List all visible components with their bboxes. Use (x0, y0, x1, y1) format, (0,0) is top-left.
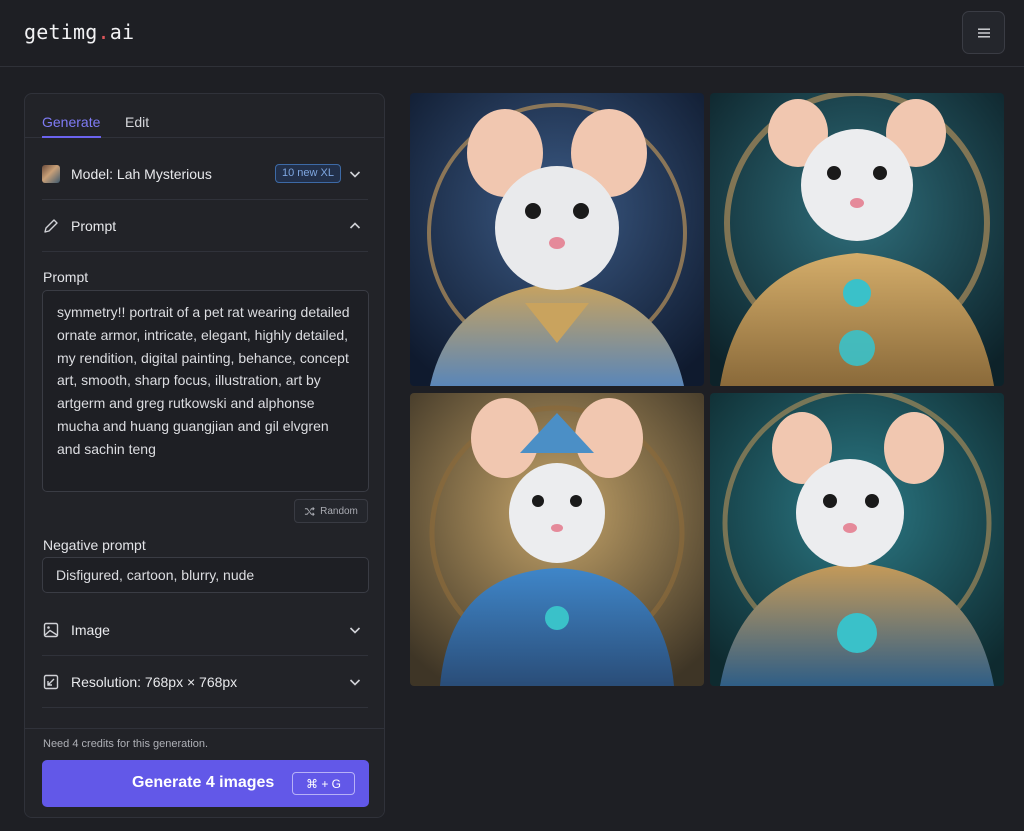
generation-panel: Generate Edit Model: Lah Mysterious 10 n… (24, 93, 385, 818)
generated-image-2[interactable] (710, 93, 1004, 386)
logo-dot: . (97, 20, 110, 44)
image-gallery (410, 93, 1005, 687)
credits-note: Need 4 credits for this generation. (43, 738, 209, 750)
menu-button[interactable] (962, 11, 1005, 54)
chevron-down-icon (349, 679, 361, 686)
hamburger-menu-icon (977, 28, 990, 37)
chevron-up-icon (349, 222, 361, 229)
tab-generate[interactable]: Generate (42, 114, 100, 130)
random-prompt-button[interactable]: Random (294, 499, 368, 523)
tab-edit[interactable]: Edit (125, 114, 149, 130)
chevron-down-icon (349, 171, 361, 178)
image-icon (42, 621, 60, 639)
chevron-down-icon (349, 627, 361, 634)
prompt-textarea[interactable]: symmetry!! portrait of a pet rat wearing… (42, 290, 369, 492)
resolution-section-header[interactable]: Resolution: 768px × 768px (42, 656, 368, 708)
random-label: Random (320, 505, 358, 517)
top-bar: getimg.ai (0, 0, 1024, 67)
model-selector[interactable]: Model: Lah Mysterious 10 new XL (42, 148, 368, 200)
logo[interactable]: getimg.ai (24, 20, 134, 44)
shuffle-icon (305, 506, 315, 516)
generated-image-4[interactable] (710, 393, 1004, 686)
generate-label: Generate 4 images (132, 774, 275, 791)
pencil-icon (42, 217, 60, 235)
active-tab-indicator (42, 136, 101, 138)
panel-footer: Need 4 credits for this generation. Gene… (25, 728, 384, 817)
tab-bar: Generate Edit (25, 94, 384, 138)
generated-image-1[interactable] (410, 93, 704, 386)
new-models-badge: 10 new XL (275, 164, 341, 183)
prompt-section-label: Prompt (71, 217, 117, 234)
prompt-section-header[interactable]: Prompt (42, 200, 368, 252)
image-section-label: Image (71, 621, 110, 638)
negative-prompt-label: Negative prompt (43, 537, 146, 553)
resize-icon (42, 673, 60, 691)
keyboard-shortcut-badge: ⌘ + G (292, 772, 355, 795)
logo-tail: ai (109, 20, 135, 44)
logo-main: getimg (24, 20, 98, 44)
model-thumbnail (42, 164, 60, 183)
generate-button[interactable]: Generate 4 images ⌘ + G (42, 760, 369, 807)
negative-prompt-input[interactable]: Disfigured, cartoon, blurry, nude (42, 557, 369, 593)
prompt-label: Prompt (43, 269, 89, 285)
model-label: Model: Lah Mysterious (71, 165, 212, 182)
resolution-section-label: Resolution: 768px × 768px (71, 673, 238, 690)
generated-image-3[interactable] (410, 393, 704, 686)
image-section-header[interactable]: Image (42, 604, 368, 656)
